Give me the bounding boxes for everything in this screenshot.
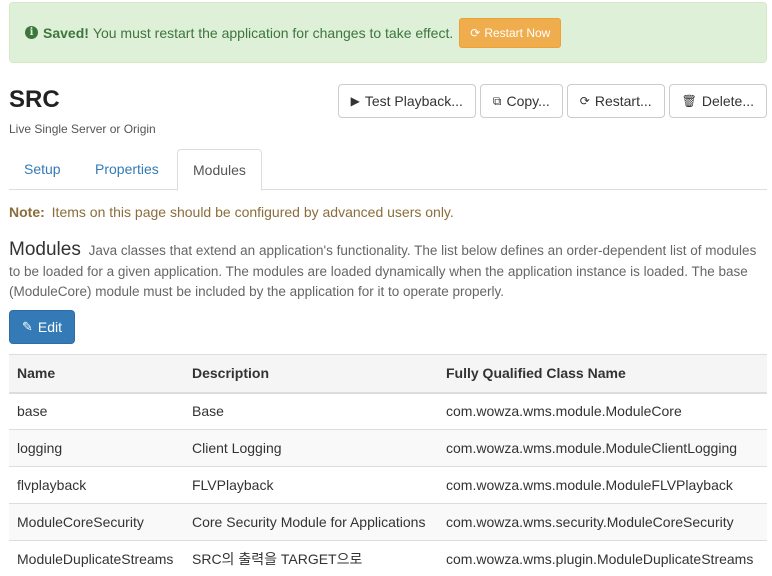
success-alert: i Saved! You must restart the applicatio… bbox=[9, 2, 767, 63]
table-header-row: Name Description Fully Qualified Class N… bbox=[9, 354, 767, 394]
copy-label: Copy... bbox=[506, 93, 550, 109]
cell-name: logging bbox=[9, 429, 184, 467]
play-icon: ▶ bbox=[350, 94, 360, 108]
edit-label: Edit bbox=[37, 319, 63, 335]
pencil-icon: ✎ bbox=[21, 319, 33, 334]
cell-class-name: com.wowza.wms.module.ModuleClientLogging bbox=[438, 429, 767, 467]
trash-icon: 🗑 bbox=[681, 94, 697, 108]
copy-icon: ⧉ bbox=[492, 93, 502, 108]
tab-bar: Setup Properties Modules bbox=[9, 149, 767, 191]
page-title: SRC bbox=[9, 86, 60, 113]
restart-button[interactable]: ⟳ Restart... bbox=[566, 84, 665, 118]
page-subtitle: Live Single Server or Origin bbox=[9, 122, 156, 136]
cell-class-name: com.wowza.wms.plugin.ModuleDuplicateStre… bbox=[438, 540, 767, 576]
modules-intro: Modules Java classes that extend an appl… bbox=[9, 239, 769, 303]
table-row: base Base com.wowza.wms.module.ModuleCor… bbox=[9, 392, 767, 430]
cell-class-name: com.wowza.wms.module.ModuleCore bbox=[438, 392, 767, 430]
test-playback-button[interactable]: ▶ Test Playback... bbox=[337, 84, 476, 118]
restart-now-label: Restart Now bbox=[484, 25, 551, 40]
restart-now-button[interactable]: ⟳ Restart Now bbox=[459, 17, 562, 48]
copy-button[interactable]: ⧉ Copy... bbox=[479, 84, 563, 118]
restart-label: Restart... bbox=[594, 93, 652, 109]
column-header-name[interactable]: Name bbox=[9, 354, 184, 394]
modules-table: Name Description Fully Qualified Class N… bbox=[9, 354, 767, 576]
modules-heading: Modules bbox=[9, 239, 81, 260]
column-header-class-name[interactable]: Fully Qualified Class Name bbox=[438, 354, 767, 394]
refresh-icon: ⟳ bbox=[579, 94, 590, 108]
info-circle-icon: i bbox=[25, 26, 38, 39]
cell-description: SRC의 출력을 TARGET으로 bbox=[184, 540, 438, 576]
alert-message: You must restart the application for cha… bbox=[92, 24, 454, 41]
cell-name: flvplayback bbox=[9, 466, 184, 504]
table-row: flvplayback FLVPlayback com.wowza.wms.mo… bbox=[9, 466, 767, 504]
cell-name: ModuleCoreSecurity bbox=[9, 503, 184, 541]
delete-label: Delete... bbox=[701, 93, 754, 109]
cell-class-name: com.wowza.wms.security.ModuleCoreSecurit… bbox=[438, 503, 767, 541]
refresh-icon: ⟳ bbox=[470, 25, 481, 40]
modules-description: Java classes that extend an application'… bbox=[9, 243, 757, 299]
tab-properties[interactable]: Properties bbox=[80, 149, 174, 190]
cell-description: Base bbox=[184, 392, 438, 430]
cell-class-name: com.wowza.wms.module.ModuleFLVPlayback bbox=[438, 466, 767, 504]
table-row: ModuleCoreSecurity Core Security Module … bbox=[9, 503, 767, 541]
tab-modules[interactable]: Modules bbox=[177, 149, 262, 191]
toolbar: ▶ Test Playback... ⧉ Copy... ⟳ Restart..… bbox=[337, 84, 767, 118]
cell-description: Client Logging bbox=[184, 429, 438, 467]
alert-strong: Saved! bbox=[43, 24, 89, 41]
cell-description: Core Security Module for Applications bbox=[184, 503, 438, 541]
test-playback-label: Test Playback... bbox=[364, 93, 463, 109]
advanced-note: Note: Items on this page should be confi… bbox=[9, 204, 454, 220]
note-text: Items on this page should be configured … bbox=[51, 204, 454, 220]
column-header-description[interactable]: Description bbox=[184, 354, 438, 394]
tab-setup[interactable]: Setup bbox=[9, 149, 76, 190]
cell-name: ModuleDuplicateStreams bbox=[9, 540, 184, 576]
edit-button[interactable]: ✎ Edit bbox=[9, 310, 75, 344]
cell-name: base bbox=[9, 392, 184, 430]
table-row: ModuleDuplicateStreams SRC의 출력을 TARGET으로… bbox=[9, 540, 767, 576]
cell-description: FLVPlayback bbox=[184, 466, 438, 504]
delete-button[interactable]: 🗑 Delete... bbox=[668, 84, 767, 118]
note-strong: Note: bbox=[9, 204, 45, 220]
table-row: logging Client Logging com.wowza.wms.mod… bbox=[9, 429, 767, 467]
